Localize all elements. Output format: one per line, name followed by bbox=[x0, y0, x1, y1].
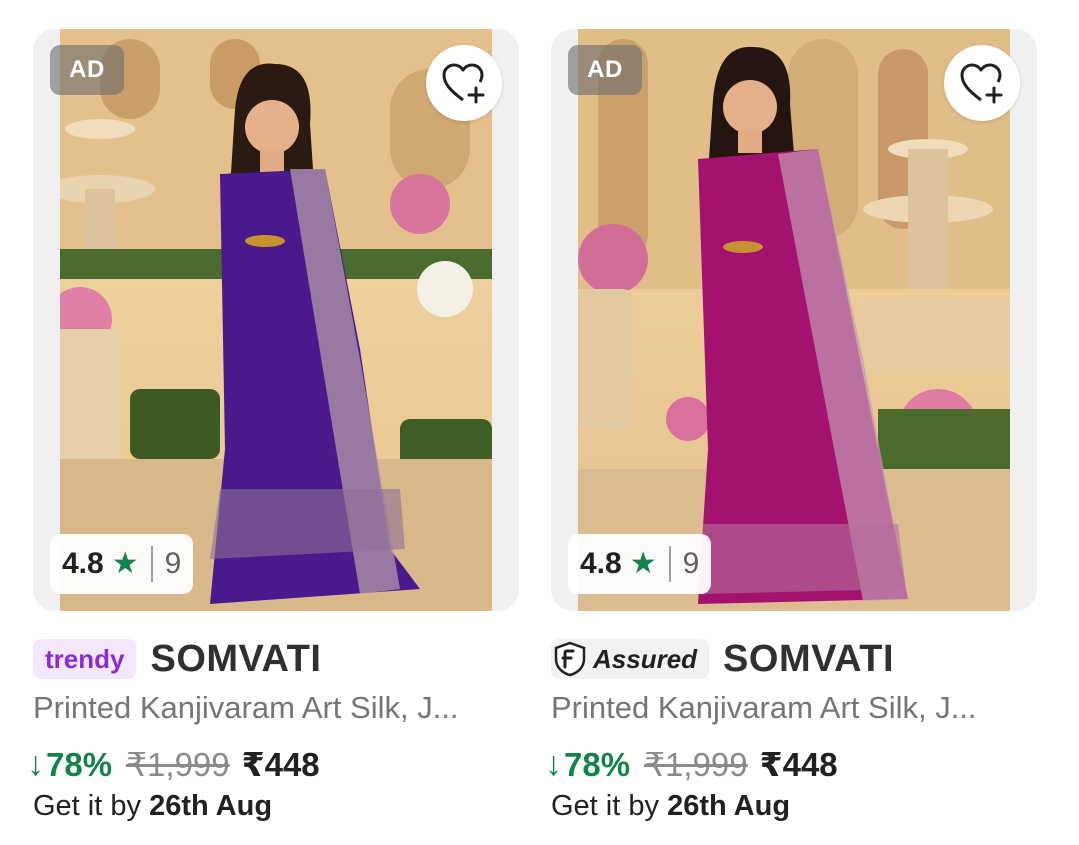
original-price: ₹1,999 bbox=[644, 746, 748, 783]
brand-row: Assured SOMVATI bbox=[551, 638, 894, 680]
delivery-prefix: Get it by bbox=[551, 790, 659, 822]
brand-name: SOMVATI bbox=[150, 637, 322, 680]
product-title[interactable]: Printed Kanjivaram Art Silk, J... bbox=[33, 690, 519, 726]
product-card-1[interactable]: AD 4.8 ★ 9 trendy SOMVATI Printed Kanjiv… bbox=[27, 0, 519, 845]
wishlist-button[interactable] bbox=[426, 45, 502, 121]
arrow-down-icon: ↓ bbox=[545, 745, 562, 783]
heart-plus-icon bbox=[960, 63, 1003, 104]
heart-plus-icon bbox=[442, 63, 485, 104]
product-image[interactable] bbox=[60, 29, 492, 611]
sale-price: ₹448 bbox=[759, 746, 838, 783]
rating-chip: 4.8 ★ 9 bbox=[568, 534, 712, 594]
rating-divider bbox=[150, 546, 153, 582]
original-price: ₹1,999 bbox=[126, 746, 230, 783]
rating-count: 9 bbox=[164, 547, 182, 580]
delivery-date: 26th Aug bbox=[667, 790, 791, 822]
discount-percent: 78% bbox=[564, 745, 631, 783]
assured-tag: Assured bbox=[551, 639, 710, 679]
discount-percent: 78% bbox=[46, 745, 113, 783]
saree-photo bbox=[578, 29, 1010, 611]
star-icon: ★ bbox=[629, 547, 657, 580]
product-image-frame[interactable]: AD 4.8 ★ 9 bbox=[551, 29, 1037, 611]
product-title[interactable]: Printed Kanjivaram Art Silk, J... bbox=[551, 690, 1037, 726]
product-card-2[interactable]: AD 4.8 ★ 9 Assured SOMVATI Printed Kanji… bbox=[545, 0, 1037, 845]
brand-row: trendy SOMVATI bbox=[33, 638, 321, 680]
star-icon: ★ bbox=[111, 547, 139, 580]
sale-price: ₹448 bbox=[241, 746, 320, 783]
ad-badge: AD bbox=[568, 45, 642, 95]
rating-count: 9 bbox=[682, 547, 700, 580]
arrow-down-icon: ↓ bbox=[27, 745, 44, 783]
trendy-tag: trendy bbox=[33, 639, 137, 679]
rating-chip: 4.8 ★ 9 bbox=[50, 534, 194, 594]
flipkart-assured-shield-icon bbox=[554, 641, 586, 677]
wishlist-button[interactable] bbox=[944, 45, 1020, 121]
brand-name: SOMVATI bbox=[723, 637, 895, 680]
product-image-frame[interactable]: AD 4.8 ★ 9 bbox=[33, 29, 519, 611]
rating-divider bbox=[668, 546, 671, 582]
delivery-info: Get it by 26th Aug bbox=[33, 790, 272, 823]
ad-badge: AD bbox=[50, 45, 124, 95]
price-row: ↓ 78% ₹1,999 ₹448 bbox=[27, 745, 320, 784]
assured-label: Assured bbox=[593, 643, 698, 674]
product-image[interactable] bbox=[578, 29, 1010, 611]
delivery-info: Get it by 26th Aug bbox=[551, 790, 790, 823]
delivery-date: 26th Aug bbox=[149, 790, 273, 822]
price-row: ↓ 78% ₹1,999 ₹448 bbox=[545, 745, 838, 784]
rating-value: 4.8 bbox=[62, 547, 104, 580]
rating-value: 4.8 bbox=[580, 547, 622, 580]
delivery-prefix: Get it by bbox=[33, 790, 141, 822]
saree-photo bbox=[60, 29, 492, 611]
